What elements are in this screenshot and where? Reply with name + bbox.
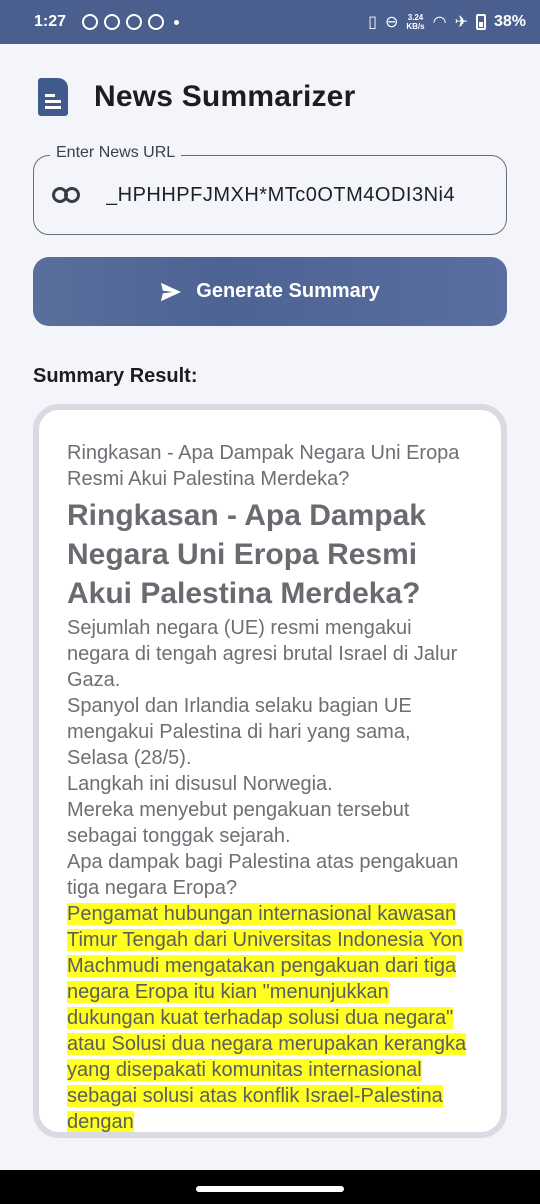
url-field-label: Enter News URL [50,144,182,162]
status-indicators: ▯ ⊖ 3.24 KB/s ◠ ✈ 38% [368,12,526,32]
navigation-bar [0,1170,540,1204]
summary-paragraph: Langkah ini disusul Norwegia. [67,773,333,795]
wifi-icon: ◠ [432,14,447,31]
network-speed: 3.24 KB/s [406,13,425,31]
generate-summary-label: Generate Summary [196,280,380,302]
summary-paragraph: Sejumlah negara (UE) resmi mengakui nega… [67,617,458,691]
status-time: 1:27 [34,13,67,30]
link-icon [52,187,82,203]
battery-icon [475,14,486,30]
send-icon [161,282,182,301]
summary-result-card[interactable]: Ringkasan - Apa Dampak Negara Uni Eropa … [33,404,507,1138]
summary-heading: Ringkasan - Apa Dampak Negara Uni Eropa … [67,499,426,610]
dnd-icon: ⊖ [384,14,399,31]
home-gesture-handle[interactable] [196,1186,344,1192]
summary-paragraph: Apa dampak bagi Palestina atas pengakuan… [67,851,459,899]
url-input-field[interactable]: Enter News URL _HPHHPFJMXH*MTc0OTM4ODI3N… [33,144,507,235]
whatsapp-icon [126,14,143,30]
whatsapp-icon [82,14,99,30]
battery-percent: 38% [493,13,526,30]
app-title: News Summarizer [94,80,356,113]
status-bar: 1:27 ▯ ⊖ 3.24 KB/s ◠ ✈ 38% [0,0,540,44]
summary-subtitle: Ringkasan - Apa Dampak Negara Uni Eropa … [67,442,460,490]
summary-result-label: Summary Result: [33,365,198,387]
notification-icons [82,14,180,30]
airplane-icon: ✈ [454,14,468,31]
summary-paragraph: Mereka menyebut pengakuan tersebut sebag… [67,799,410,847]
more-notifications-icon [174,19,180,25]
messenger-icon [148,14,165,30]
threads-icon [104,14,121,30]
summary-highlighted-text: Pengamat hubungan internasional kawasan … [67,903,467,1133]
generate-summary-button[interactable]: Generate Summary [33,257,507,326]
vibrate-icon: ▯ [368,14,377,31]
document-icon [38,78,68,116]
url-input-value[interactable]: _HPHHPFJMXH*MTc0OTM4ODI3Ni4 [106,184,455,207]
summary-paragraph: Spanyol dan Irlandia selaku bagian UE me… [67,695,412,769]
app-header: News Summarizer [38,78,355,116]
